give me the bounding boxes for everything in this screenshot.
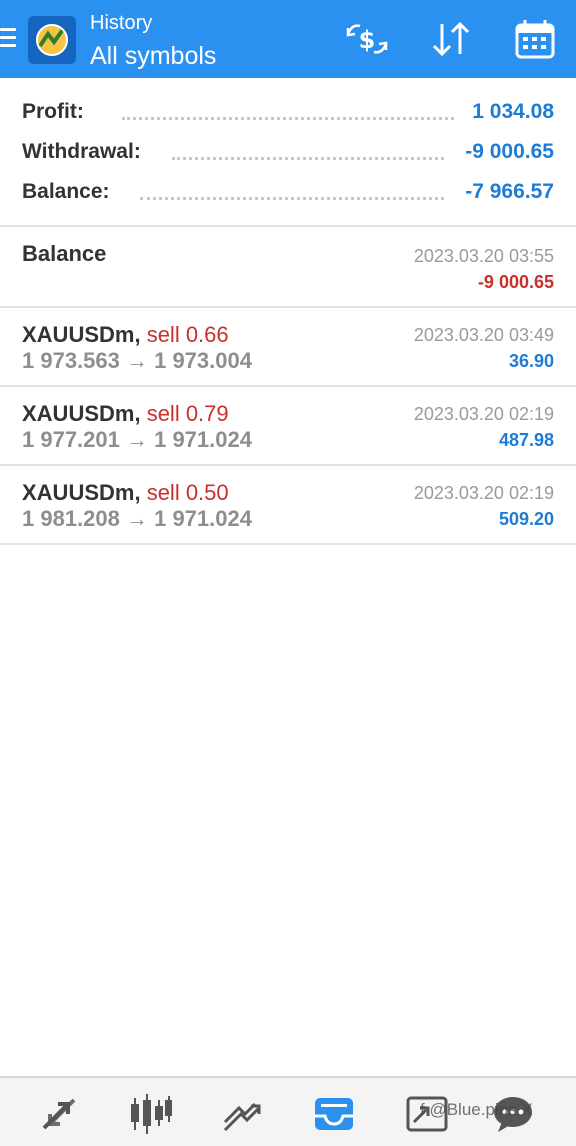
summary-value: -7 966.57 — [455, 180, 554, 204]
deal-symbol: XAUUSDm, — [22, 322, 141, 347]
summary-label: Profit: — [22, 100, 94, 124]
currency-exchange-icon[interactable]: $ — [344, 18, 390, 60]
header-title[interactable]: All symbols — [90, 42, 216, 71]
deal-profit: 36.90 — [508, 351, 554, 371]
deal-time: 2023.03.20 02:19 — [413, 404, 554, 424]
dotted-leader — [122, 117, 454, 120]
deal-row-balance[interactable]: Balance 2023.03.20 03:55 -9 000.65 — [0, 229, 576, 308]
summary-label: Withdrawal: — [22, 140, 151, 164]
history-icon[interactable] — [311, 1092, 357, 1136]
deal-profit: 509.20 — [498, 509, 554, 529]
app-logo-icon — [26, 14, 78, 66]
deal-prices: 1 973.563 → 1 973.004 — [22, 348, 252, 373]
deal-side: sell 0.66 — [140, 322, 229, 347]
sort-icon[interactable] — [428, 18, 474, 60]
deal-title: XAUUSDm, sell 0.79 — [22, 401, 229, 427]
deal-profit: 487.98 — [498, 430, 554, 450]
summary-row-balance: Balance: -7 966.57 — [22, 180, 554, 210]
deal-side: sell 0.50 — [140, 480, 229, 505]
deal-symbol: XAUUSDm, — [22, 401, 141, 426]
app-header: History All symbols $ — [0, 0, 576, 78]
header-subtitle: History — [90, 12, 153, 34]
deal-time: 2023.03.20 03:55 — [413, 246, 554, 266]
summary-value: -9 000.65 — [455, 140, 554, 164]
deal-row[interactable]: XAUUSDm, sell 0.50 1 981.208 → 1 971.024… — [0, 466, 576, 545]
deal-row[interactable]: XAUUSDm, sell 0.66 1 973.563 → 1 973.004… — [0, 308, 576, 387]
deal-title: XAUUSDm, sell 0.50 — [22, 480, 229, 506]
watermark-text: f @Blue.pips X — [420, 1100, 533, 1119]
summary-row-withdrawal: Withdrawal: -9 000.65 — [22, 140, 554, 170]
trade-icon[interactable] — [219, 1092, 265, 1136]
menu-icon[interactable] — [0, 28, 18, 52]
summary-label: Balance: — [22, 180, 120, 204]
deal-time: 2023.03.20 03:49 — [413, 325, 554, 345]
deal-title: XAUUSDm, sell 0.66 — [22, 322, 229, 348]
dotted-leader — [172, 157, 444, 160]
bottom-navigation: f @Blue.pips X — [0, 1076, 576, 1146]
deal-row[interactable]: XAUUSDm, sell 0.79 1 977.201 → 1 971.024… — [0, 387, 576, 466]
deal-prices: 1 977.201 → 1 971.024 — [22, 427, 252, 452]
svg-text:$: $ — [359, 26, 376, 54]
summary-row-profit: Profit: 1 034.08 — [22, 100, 554, 130]
summary-value: 1 034.08 — [462, 100, 554, 124]
chart-icon[interactable] — [127, 1092, 173, 1136]
deal-side: sell 0.79 — [140, 401, 229, 426]
deal-title: Balance — [22, 241, 106, 267]
deal-profit: -9 000.65 — [477, 272, 554, 292]
dotted-leader — [140, 197, 444, 200]
quotes-icon[interactable] — [36, 1092, 82, 1136]
history-summary: Profit: 1 034.08 Withdrawal: -9 000.65 B… — [0, 78, 576, 227]
deal-symbol: Balance — [22, 241, 107, 266]
deal-symbol: XAUUSDm, — [22, 480, 141, 505]
deal-prices: 1 981.208 → 1 971.024 — [22, 506, 252, 531]
deal-time: 2023.03.20 02:19 — [413, 483, 554, 503]
calendar-icon[interactable] — [512, 18, 558, 60]
